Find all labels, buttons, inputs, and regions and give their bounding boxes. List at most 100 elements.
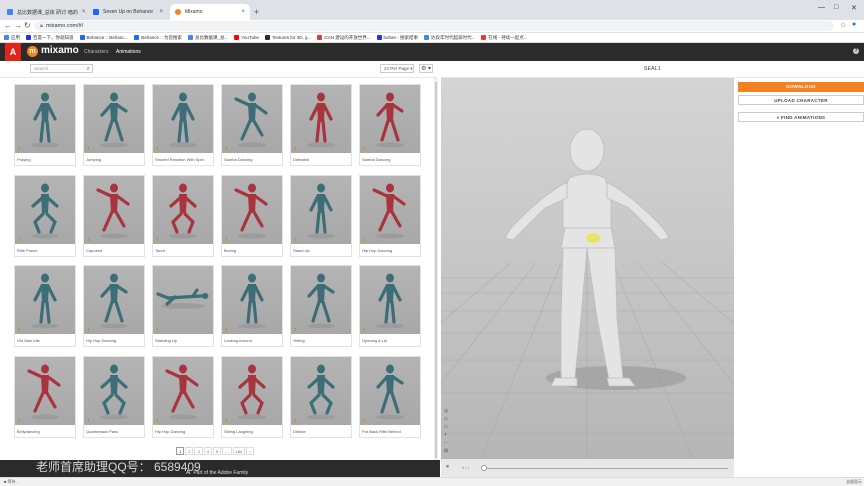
close-tab-icon[interactable]: × xyxy=(241,9,245,15)
animation-card[interactable]: ⛹ Capoeira xyxy=(83,175,145,257)
animation-card[interactable]: ⛹ Looking Around xyxy=(221,265,283,347)
camera-orbit-icon[interactable]: ◎ xyxy=(444,408,448,414)
settings-gear-icon[interactable]: ⚙ ▾ xyxy=(419,64,433,73)
animation-card[interactable]: ⛹ Taunt xyxy=(152,175,214,257)
find-animations-button[interactable]: ⌕ FIND ANIMATIONS xyxy=(738,112,864,122)
animation-thumbnail[interactable]: ⛹ xyxy=(15,266,75,334)
animation-card[interactable]: ⛹ Quarterback Pass xyxy=(83,356,145,438)
animation-card[interactable]: ⛹ Stand Up xyxy=(290,175,352,257)
bookmark-item[interactable]: Textures for 3D, g... xyxy=(265,35,311,40)
timeline-track[interactable] xyxy=(483,468,728,469)
show-all-downloads[interactable]: 全部显示 xyxy=(846,479,862,485)
forward-icon[interactable]: → xyxy=(14,21,22,30)
zoom-out-icon[interactable]: − xyxy=(444,440,448,446)
animation-card[interactable]: ⛹ Defeated xyxy=(290,84,352,166)
close-tab-icon[interactable]: × xyxy=(159,9,163,15)
animation-card[interactable]: ⛹ Hip Hop Dancing xyxy=(83,265,145,347)
per-page-select[interactable]: 24 Per Page ▾ xyxy=(380,64,414,73)
browser-tab-2[interactable]: Mixamo × xyxy=(170,4,250,20)
upload-character-button[interactable]: UPLOAD CHARACTER xyxy=(738,95,864,105)
animation-card[interactable]: ⛹ Rifle Punch xyxy=(14,175,76,257)
animation-card[interactable]: ⛹ Boxing xyxy=(221,175,283,257)
animation-thumbnail[interactable]: ⛹ xyxy=(360,266,420,334)
animation-thumbnail[interactable]: ⛹ xyxy=(291,266,351,334)
animation-thumbnail[interactable]: ⛹ xyxy=(360,176,420,244)
camera-side-icon[interactable]: ◇ xyxy=(444,424,448,430)
animation-card[interactable]: ⛹ Hip Hop Dancing xyxy=(359,175,421,257)
bookmark-item[interactable]: 达段年时代超高时代... xyxy=(424,35,475,41)
skeleton-toggle-icon[interactable]: ⊞ xyxy=(444,448,448,454)
download-button[interactable]: DOWNLOAD xyxy=(738,82,864,92)
3d-viewport[interactable] xyxy=(441,78,734,459)
reload-icon[interactable]: ↻ xyxy=(24,21,31,30)
bookmark-star-icon[interactable]: ☆ xyxy=(840,21,846,29)
animation-card[interactable]: ⛹ Shoved Reaction With Spin xyxy=(152,84,214,166)
zoom-in-icon[interactable]: + xyxy=(444,432,448,438)
animation-thumbnail[interactable]: ⛹ xyxy=(222,85,282,153)
search-icon[interactable]: ⌕ xyxy=(87,65,90,73)
animation-thumbnail[interactable]: ⛹ xyxy=(84,357,144,425)
animation-thumbnail[interactable]: ⛹ xyxy=(222,357,282,425)
animation-thumbnail[interactable]: ⛹ xyxy=(291,85,351,153)
bookmark-item[interactable]: Behance :: 为您搜索 xyxy=(134,35,182,41)
scrollbar-thumb[interactable] xyxy=(435,82,437,458)
page-button[interactable]: 3 xyxy=(194,447,203,455)
animation-thumbnail[interactable]: ⛹ xyxy=(360,85,420,153)
bookmark-item[interactable]: 应用 xyxy=(4,35,20,41)
timeline-scrubber[interactable] xyxy=(481,465,487,471)
animation-card[interactable]: ⛹ Old Man Idle xyxy=(14,265,76,347)
bookmark-item[interactable]: Behance :: Behanc... xyxy=(79,35,128,40)
grid-scrollbar[interactable] xyxy=(434,78,438,463)
bookmark-item[interactable]: GAN 建设的开放世界... xyxy=(317,35,371,41)
mixamo-logo-icon[interactable]: m xyxy=(27,46,38,57)
animation-card[interactable]: ⛹ Hip Hop Dancing xyxy=(152,356,214,438)
search-input[interactable]: Search ⌕ xyxy=(30,64,93,73)
adobe-family-footer[interactable]: A Part of the Adobe Family xyxy=(186,470,248,476)
bookmark-item[interactable]: bohan - 搜索结果 xyxy=(376,35,418,41)
url-field[interactable]: 🔒︎ mixamo.com/#/ xyxy=(34,21,834,31)
bookmark-item[interactable]: 总比数据课_总... xyxy=(188,35,228,41)
close-tab-icon[interactable]: × xyxy=(82,9,86,15)
animation-card[interactable]: ⛹ Jumping xyxy=(83,84,145,166)
animation-thumbnail[interactable]: ⛹ xyxy=(153,266,213,334)
bookmark-item[interactable]: YouTube xyxy=(234,35,259,40)
help-icon[interactable]: ? xyxy=(853,48,859,54)
animation-thumbnail[interactable]: ⛹ xyxy=(153,176,213,244)
animation-card[interactable]: ⛹ Standing Up xyxy=(152,265,214,347)
page-button[interactable]: 1 xyxy=(176,447,185,455)
animation-thumbnail[interactable]: ⛹ xyxy=(15,176,75,244)
animation-card[interactable]: ⛹ Yelling xyxy=(290,265,352,347)
page-button[interactable]: 184 xyxy=(232,447,246,455)
page-button[interactable]: 2 xyxy=(185,447,194,455)
minimize-icon[interactable]: — xyxy=(818,4,825,11)
animation-thumbnail[interactable]: ⛹ xyxy=(84,266,144,334)
browser-tab-1[interactable]: Seven Up on Behance × xyxy=(88,4,168,20)
animation-thumbnail[interactable]: ⛹ xyxy=(153,357,213,425)
animation-card[interactable]: ⛹ Dribble xyxy=(290,356,352,438)
animation-card[interactable]: ⛹ Opening A Lid xyxy=(359,265,421,347)
page-button[interactable]: 5 xyxy=(212,447,222,455)
animation-thumbnail[interactable]: ⛹ xyxy=(222,266,282,334)
animation-thumbnail[interactable]: ⛹ xyxy=(222,176,282,244)
camera-front-icon[interactable]: ◇ xyxy=(444,416,448,422)
browser-tab-0[interactable]: 总比数据课_总体 研讨·暗的 × xyxy=(2,4,86,20)
animation-thumbnail[interactable]: ⛹ xyxy=(15,357,75,425)
page-button[interactable]: 4 xyxy=(203,447,212,455)
nav-characters[interactable]: Characters xyxy=(84,49,108,55)
brand-name[interactable]: mixamo xyxy=(41,45,79,56)
back-icon[interactable]: ← xyxy=(4,21,12,30)
nav-animations[interactable]: Animations xyxy=(116,49,141,55)
profile-icon[interactable]: ● xyxy=(852,21,856,28)
new-tab-icon[interactable]: + xyxy=(254,7,259,17)
bookmark-item[interactable]: 在线 - 持续一起点... xyxy=(481,35,528,41)
bookmark-item[interactable]: 百度一下，你就知道 xyxy=(26,35,74,41)
animation-thumbnail[interactable]: ⛹ xyxy=(84,85,144,153)
page-button[interactable]: ... xyxy=(222,447,232,455)
animation-card[interactable]: ⛹ Put Back Rifle Behind xyxy=(359,356,421,438)
animation-thumbnail[interactable]: ⛹ xyxy=(15,85,75,153)
pause-icon[interactable]: ⏸ xyxy=(446,464,449,471)
page-button[interactable]: › xyxy=(246,447,254,455)
animation-thumbnail[interactable]: ⛹ xyxy=(153,85,213,153)
animation-card[interactable]: ⛹ Samba Dancing xyxy=(221,84,283,166)
animation-thumbnail[interactable]: ⛹ xyxy=(291,176,351,244)
